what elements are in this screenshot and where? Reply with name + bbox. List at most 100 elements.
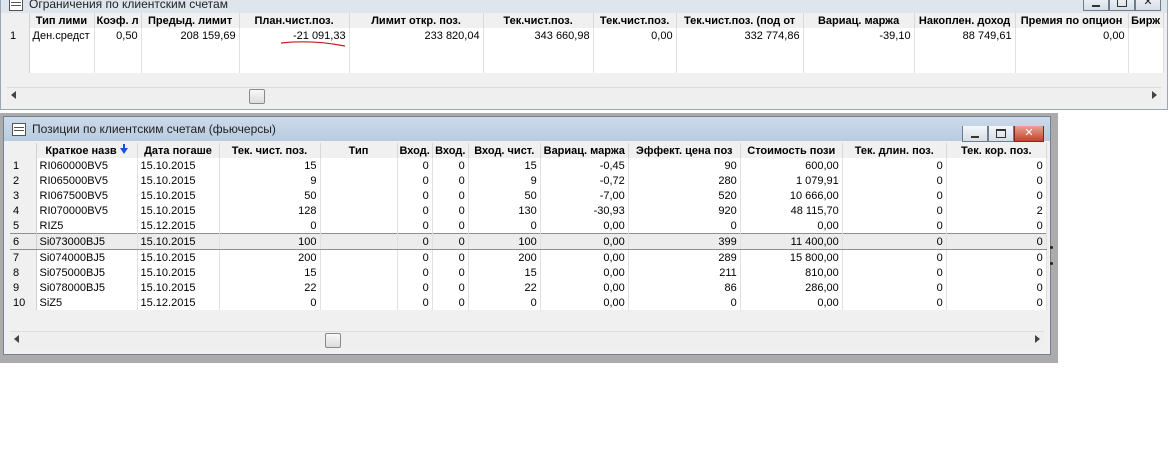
table-cell[interactable]: 0,00 (740, 295, 843, 310)
table-row[interactable]: 9 Si078000BJ5 15.10.2015 22 0 0 22 0,00 86 286,00… (10, 280, 1047, 295)
table-cell[interactable]: 50 (468, 188, 541, 203)
table-cell[interactable]: Si074000BJ5 (36, 249, 138, 265)
table-cell[interactable]: 399 (628, 233, 741, 250)
positions-titlebar[interactable]: Позиции по клиентским счетам (фьючерсы) … (4, 117, 1050, 142)
table-cell[interactable]: 0 (946, 233, 1047, 250)
table-cell[interactable]: 343 660,98 (483, 28, 594, 43)
table-cell[interactable]: RI065000BV5 (36, 173, 138, 188)
row-number[interactable]: 1 (7, 28, 30, 43)
column-header[interactable]: Вход. (397, 143, 433, 158)
table-cell[interactable]: 130 (468, 203, 541, 218)
table-cell[interactable]: 22 (468, 280, 541, 295)
limits-window[interactable]: Ограничения по клиентским счетам ✕ Тип л… (0, 0, 1168, 110)
table-cell[interactable]: 0 (397, 249, 433, 265)
table-cell[interactable]: Ден.средст (29, 28, 95, 43)
table-cell[interactable]: 0 (432, 280, 469, 295)
table-cell[interactable]: Si078000BJ5 (36, 280, 138, 295)
positions-window[interactable]: Позиции по клиентским счетам (фьючерсы) … (3, 116, 1051, 355)
positions-horizontal-scrollbar[interactable] (10, 331, 1044, 348)
table-cell[interactable] (320, 233, 398, 250)
table-cell[interactable]: 9 (468, 173, 541, 188)
column-header[interactable]: Вход. чист. (468, 143, 541, 158)
table-cell[interactable] (320, 280, 398, 295)
table-cell[interactable]: 0,00 (740, 218, 843, 234)
table-cell[interactable] (1128, 28, 1164, 43)
table-cell[interactable]: 200 (219, 249, 321, 265)
table-cell[interactable]: 86 (628, 280, 741, 295)
table-cell[interactable]: -39,10 (803, 28, 915, 43)
table-row[interactable]: 7 Si074000BJ5 15.10.2015 200 0 0 200 0,00 289 15 … (10, 249, 1047, 265)
table-cell[interactable]: 0 (946, 265, 1047, 280)
column-header[interactable]: Тип лими (29, 13, 95, 28)
row-number[interactable]: 9 (10, 280, 37, 295)
table-cell[interactable]: 0 (397, 188, 433, 203)
table-cell[interactable]: RI067500BV5 (36, 188, 138, 203)
table-cell[interactable]: 11 400,00 (740, 233, 843, 250)
table-cell[interactable]: 600,00 (740, 158, 843, 173)
table-cell[interactable]: -30,93 (540, 203, 629, 218)
table-cell[interactable]: 0,50 (94, 28, 142, 43)
table-cell[interactable]: 0,00 (593, 28, 677, 43)
table-cell[interactable]: 0 (432, 249, 469, 265)
column-header[interactable]: Тек. чист. поз. (219, 143, 321, 158)
table-cell[interactable]: 10 666,00 (740, 188, 843, 203)
table-cell[interactable]: 0 (842, 218, 947, 234)
column-header[interactable]: Вариац. маржа (540, 143, 629, 158)
table-cell[interactable]: 200 (468, 249, 541, 265)
table-cell[interactable]: 128 (219, 203, 321, 218)
table-cell[interactable]: 0,00 (540, 249, 629, 265)
table-row[interactable]: 1 RI060000BV5 15.10.2015 15 0 0 15 -0,45 90 600,0… (10, 158, 1047, 173)
table-cell[interactable]: 0 (842, 265, 947, 280)
table-cell[interactable]: 0,00 (540, 280, 629, 295)
table-cell[interactable]: 0,00 (540, 265, 629, 280)
column-header[interactable]: Бирж (1128, 13, 1164, 28)
table-cell[interactable]: 0 (842, 249, 947, 265)
table-cell[interactable]: 520 (628, 188, 741, 203)
table-cell[interactable]: RI060000BV5 (36, 158, 138, 173)
table-cell[interactable]: -7,00 (540, 188, 629, 203)
column-header[interactable]: Стоимость пози (740, 143, 843, 158)
table-row[interactable]: 1 Ден.средст 0,50 208 159,69 -21 091,33 233 8… (7, 28, 1164, 43)
table-row[interactable]: 8 Si075000BJ5 15.10.2015 15 0 0 15 0,00 211 810,0… (10, 265, 1047, 280)
table-row[interactable]: 3 RI067500BV5 15.10.2015 50 0 0 50 -7,00 520 10 6… (10, 188, 1047, 203)
table-cell[interactable]: 0 (397, 265, 433, 280)
table-cell[interactable]: 920 (628, 203, 741, 218)
row-number[interactable]: 3 (10, 188, 37, 203)
limits-horizontal-scrollbar[interactable] (7, 87, 1161, 104)
maximize-button[interactable] (988, 126, 1014, 142)
row-number[interactable]: 1 (10, 158, 37, 173)
table-cell[interactable] (320, 158, 398, 173)
minimize-button[interactable] (962, 126, 988, 142)
table-cell[interactable]: 9 (219, 173, 321, 188)
table-cell[interactable]: 0 (842, 295, 947, 310)
table-cell[interactable] (320, 218, 398, 234)
table-cell[interactable]: 0 (397, 295, 433, 310)
table-cell[interactable]: RI070000BV5 (36, 203, 138, 218)
table-cell[interactable]: RIZ5 (36, 218, 138, 234)
table-cell[interactable]: 0 (842, 233, 947, 250)
table-cell[interactable]: 50 (219, 188, 321, 203)
table-cell[interactable]: 2 (946, 203, 1047, 218)
table-cell[interactable]: 1 079,91 (740, 173, 843, 188)
table-cell[interactable]: 0 (432, 158, 469, 173)
row-number[interactable]: 8 (10, 265, 37, 280)
column-header[interactable]: Накоплен. доход (914, 13, 1016, 28)
column-header[interactable]: Предыд. лимит (141, 13, 240, 28)
table-cell[interactable]: 15.10.2015 (137, 233, 220, 250)
table-cell[interactable] (320, 173, 398, 188)
table-cell[interactable]: 0 (432, 295, 469, 310)
close-button[interactable]: ✕ (1014, 126, 1044, 142)
table-cell[interactable]: -0,45 (540, 158, 629, 173)
row-number[interactable]: 7 (10, 249, 37, 265)
table-cell[interactable]: 0 (397, 280, 433, 295)
column-header[interactable]: Тек. длин. поз. (842, 143, 947, 158)
table-cell[interactable]: 15.10.2015 (137, 249, 220, 265)
column-header[interactable]: Тек. кор. поз. (946, 143, 1047, 158)
table-cell[interactable] (320, 249, 398, 265)
table-cell[interactable]: 0 (432, 173, 469, 188)
scroll-thumb[interactable] (249, 89, 265, 104)
row-number[interactable]: 4 (10, 203, 37, 218)
table-cell[interactable]: 0 (432, 265, 469, 280)
table-row[interactable]: 10 SiZ5 15.12.2015 0 0 0 0 0,00 0 0,00 0 0 (10, 295, 1047, 310)
column-header[interactable]: Лимит откр. поз. (349, 13, 484, 28)
